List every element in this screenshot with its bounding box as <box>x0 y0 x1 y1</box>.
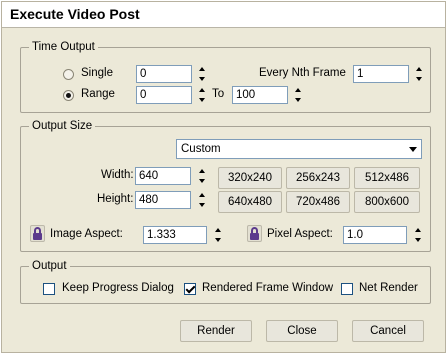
range-from-field[interactable]: 0 <box>136 86 192 104</box>
cancel-button[interactable]: Cancel <box>352 320 424 342</box>
window-title: Execute Video Post <box>10 6 140 22</box>
width-spinner[interactable] <box>196 167 207 185</box>
every-nth-frame-label: Every Nth Frame <box>259 67 346 79</box>
preset-640x480-button[interactable]: 640x480 <box>218 191 282 213</box>
output-size-legend: Output Size <box>29 119 96 133</box>
image-aspect-label: Image Aspect: <box>50 228 123 240</box>
rendered-frame-window-label: Rendered Frame Window <box>202 282 334 294</box>
range-from-spinner[interactable] <box>196 86 207 104</box>
range-to-field[interactable]: 100 <box>232 86 288 104</box>
net-render-label: Net Render <box>359 282 418 294</box>
range-radio[interactable] <box>63 90 74 101</box>
time-output-group: Time Output Single 0 Every Nth Frame 1 R… <box>20 40 431 113</box>
width-field[interactable]: 640 <box>135 167 191 185</box>
height-label: Height: <box>97 193 134 205</box>
single-radio[interactable] <box>63 69 74 80</box>
height-field[interactable]: 480 <box>135 191 191 209</box>
rendered-frame-window-checkbox[interactable] <box>184 283 196 295</box>
preset-720x486-button[interactable]: 720x486 <box>286 191 350 213</box>
every-nth-frame-spinner[interactable] <box>413 65 424 83</box>
execute-video-post-dialog: Execute Video Post Time Output Single 0 … <box>1 1 446 353</box>
render-button[interactable]: Render <box>180 320 252 342</box>
image-aspect-lock-icon[interactable] <box>30 225 45 242</box>
keep-progress-dialog-label: Keep Progress Dialog <box>62 282 174 294</box>
time-output-legend: Time Output <box>29 40 98 54</box>
preset-800x600-button[interactable]: 800x600 <box>354 191 420 213</box>
width-label: Width: <box>101 169 134 181</box>
pixel-aspect-spinner[interactable] <box>412 226 423 244</box>
output-size-preset-value: Custom <box>181 143 221 155</box>
range-to-spinner[interactable] <box>292 86 303 104</box>
preset-256x243-button[interactable]: 256x243 <box>286 167 350 189</box>
preset-320x240-button[interactable]: 320x240 <box>218 167 282 189</box>
chevron-down-icon[interactable] <box>405 141 420 157</box>
output-size-group: Output Size Custom Width: 640 Height: 48… <box>20 119 431 252</box>
output-size-preset-dropdown[interactable]: Custom <box>176 139 422 159</box>
single-label: Single <box>81 67 113 79</box>
single-frame-field[interactable]: 0 <box>136 65 192 83</box>
pixel-aspect-label: Pixel Aspect: <box>267 228 333 240</box>
pixel-aspect-field[interactable]: 1.0 <box>343 226 407 244</box>
output-group: Output Keep Progress Dialog Rendered Fra… <box>20 259 431 304</box>
height-spinner[interactable] <box>196 191 207 209</box>
range-to-label: To <box>212 88 225 100</box>
keep-progress-dialog-checkbox[interactable] <box>43 283 55 295</box>
title-bar[interactable]: Execute Video Post <box>2 2 445 28</box>
output-legend: Output <box>29 259 70 273</box>
net-render-checkbox[interactable] <box>341 283 353 295</box>
range-label: Range <box>81 88 115 100</box>
close-button[interactable]: Close <box>266 320 338 342</box>
preset-512x486-button[interactable]: 512x486 <box>354 167 420 189</box>
single-frame-spinner[interactable] <box>196 65 207 83</box>
image-aspect-field[interactable]: 1.333 <box>143 226 207 244</box>
pixel-aspect-lock-icon[interactable] <box>247 225 262 242</box>
every-nth-frame-field[interactable]: 1 <box>353 65 409 83</box>
image-aspect-spinner[interactable] <box>212 226 223 244</box>
